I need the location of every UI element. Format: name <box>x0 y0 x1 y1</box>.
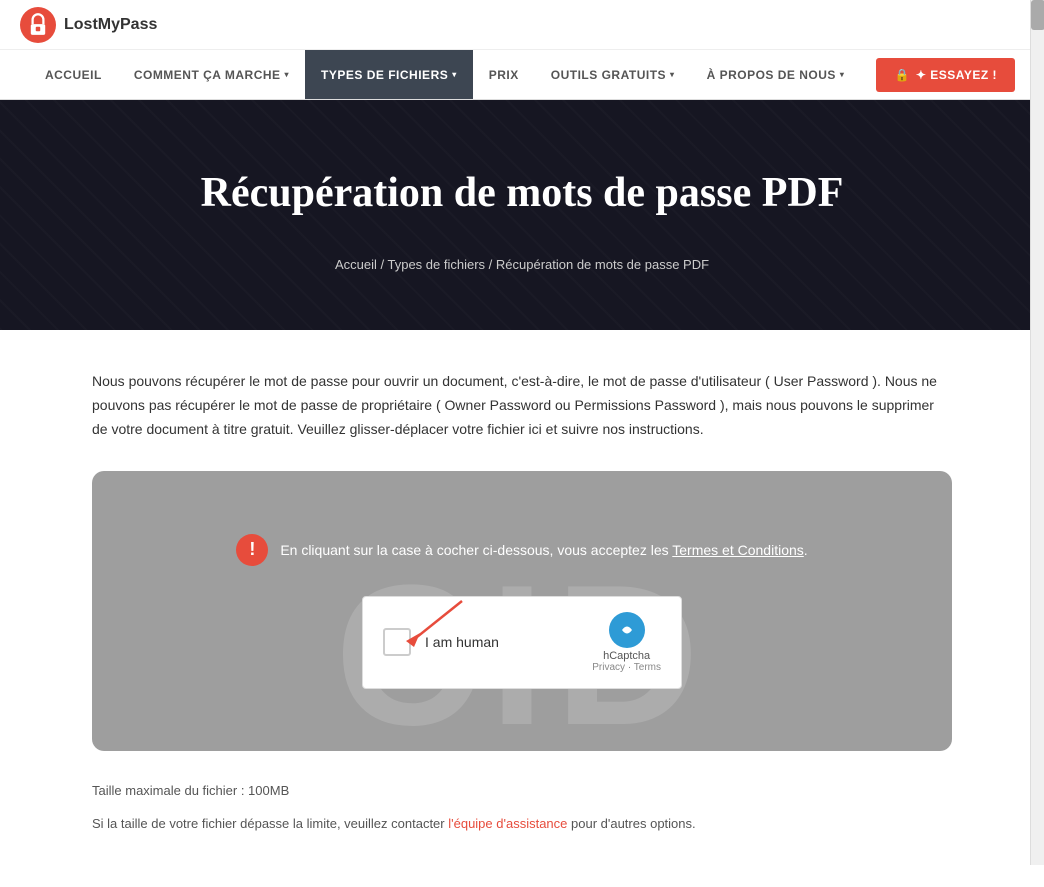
terms-warning: ! En cliquant sur la case à cocher ci-de… <box>236 534 807 566</box>
scrollbar-thumb[interactable] <box>1031 0 1044 30</box>
hcaptcha-links: Privacy · Terms <box>592 662 661 673</box>
logo-icon <box>20 7 56 43</box>
main-nav: ACCUEIL COMMENT ÇA MARCHE ▾ TYPES DE FIC… <box>0 50 1044 100</box>
lock-icon: 🔒 <box>894 68 909 82</box>
support-link[interactable]: l'équipe d'assistance <box>448 816 567 831</box>
main-content: Nous pouvons récupérer le mot de passe p… <box>72 330 972 887</box>
upload-box[interactable]: ! En cliquant sur la case à cocher ci-de… <box>92 471 952 751</box>
nav-item-outils[interactable]: OUTILS GRATUITS ▾ <box>535 50 691 99</box>
nav-link-apropos[interactable]: À PROPOS DE NOUS ▾ <box>691 50 861 99</box>
hcaptcha-logo-icon <box>609 612 645 648</box>
nav-link-accueil[interactable]: ACCUEIL <box>29 50 118 99</box>
hero-section: Récupération de mots de passe PDF Accuei… <box>0 100 1044 330</box>
nav-link-prix[interactable]: PRIX <box>473 50 535 99</box>
hcaptcha-terms-link[interactable]: Terms <box>634 662 661 673</box>
nav-item-accueil[interactable]: ACCUEIL <box>29 50 118 99</box>
chevron-down-icon: ▾ <box>452 70 457 79</box>
terms-link[interactable]: Termes et Conditions <box>672 542 804 558</box>
hcaptcha-svg <box>616 619 638 641</box>
nav-item-apropos[interactable]: À PROPOS DE NOUS ▾ <box>691 50 861 99</box>
hcaptcha-privacy-link[interactable]: Privacy <box>592 662 625 673</box>
arrow-indicator <box>392 591 472 651</box>
nav-link-outils[interactable]: OUTILS GRATUITS ▾ <box>535 50 691 99</box>
nav-link-types[interactable]: TYPES DE FICHIERS ▾ <box>305 50 473 99</box>
breadcrumb: Accueil / Types de fichiers / Récupérati… <box>335 257 709 272</box>
nav-link-comment[interactable]: COMMENT ÇA MARCHE ▾ <box>118 50 305 99</box>
nav-item-prix[interactable]: PRIX <box>473 50 535 99</box>
chevron-down-icon: ▾ <box>670 70 675 79</box>
nav-cta[interactable]: 🔒 ✦ ESSAYEZ ! <box>860 50 1015 99</box>
page-title: Récupération de mots de passe PDF <box>201 169 844 217</box>
breadcrumb-types[interactable]: Types de fichiers <box>387 257 485 272</box>
header: LostMyPass <box>0 0 1044 50</box>
captcha-right: hCaptcha Privacy · Terms <box>592 612 661 673</box>
max-file-size: Taille maximale du fichier : 100MB <box>92 781 952 802</box>
breadcrumb-current: Récupération de mots de passe PDF <box>496 257 709 272</box>
chevron-down-icon: ▾ <box>285 70 290 79</box>
nav-item-comment[interactable]: COMMENT ÇA MARCHE ▾ <box>118 50 305 99</box>
scrollbar[interactable] <box>1030 0 1044 865</box>
contact-info: Si la taille de votre fichier dépasse la… <box>92 814 952 835</box>
try-button[interactable]: 🔒 ✦ ESSAYEZ ! <box>876 58 1015 92</box>
logo-text: LostMyPass <box>64 16 157 34</box>
chevron-down-icon: ▾ <box>840 70 845 79</box>
breadcrumb-home[interactable]: Accueil <box>335 257 377 272</box>
breadcrumb-separator-2: / <box>489 257 496 272</box>
warning-icon: ! <box>236 534 268 566</box>
footer-info: Taille maximale du fichier : 100MB Si la… <box>92 781 952 835</box>
nav-item-types[interactable]: TYPES DE FICHIERS ▾ <box>305 50 473 99</box>
warning-text: En cliquant sur la case à cocher ci-dess… <box>280 542 807 558</box>
hcaptcha-brand-text: hCaptcha <box>603 650 650 662</box>
logo-link[interactable]: LostMyPass <box>20 7 157 43</box>
description-text: Nous pouvons récupérer le mot de passe p… <box>92 370 952 441</box>
